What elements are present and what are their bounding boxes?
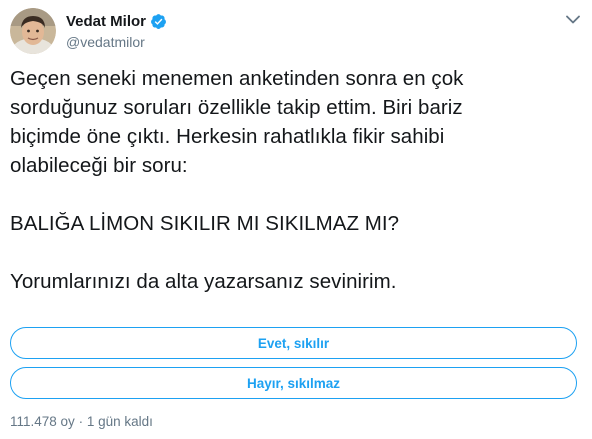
poll-meta: 111.478 oy · 1 gün kaldı xyxy=(10,413,153,431)
poll-separator: · xyxy=(78,414,84,429)
chevron-down-icon[interactable] xyxy=(564,10,582,28)
name-row: Vedat Milor xyxy=(66,12,167,32)
poll-option-yes-button[interactable]: Evet, sıkılır xyxy=(10,327,577,359)
poll-option-no-button[interactable]: Hayır, sıkılmaz xyxy=(10,367,577,399)
poll-time-left: 1 gün kaldı xyxy=(86,414,153,429)
tweet-paragraph: Yorumlarınızı da alta yazarsanız sevinir… xyxy=(10,270,397,293)
author-block: Vedat Milor @vedatmilor xyxy=(66,12,167,51)
author-handle[interactable]: @vedatmilor xyxy=(66,33,167,51)
tweet-paragraph: BALIĞA LİMON SIKILIR MI SIKILMAZ MI? xyxy=(10,212,400,235)
avatar[interactable] xyxy=(10,8,56,54)
tweet-header: Vedat Milor @vedatmilor xyxy=(10,8,167,54)
poll-vote-count: 111.478 oy xyxy=(10,414,75,429)
tweet-text: Geçen seneki menemen anketinden sonra en… xyxy=(10,64,585,296)
verified-badge-icon xyxy=(150,13,167,30)
tweet-paragraph: Geçen seneki menemen anketinden sonra en… xyxy=(10,67,464,177)
display-name[interactable]: Vedat Milor xyxy=(66,12,146,32)
tweet-card: Vedat Milor @vedatmilor Geçen seneki men… xyxy=(0,0,592,439)
